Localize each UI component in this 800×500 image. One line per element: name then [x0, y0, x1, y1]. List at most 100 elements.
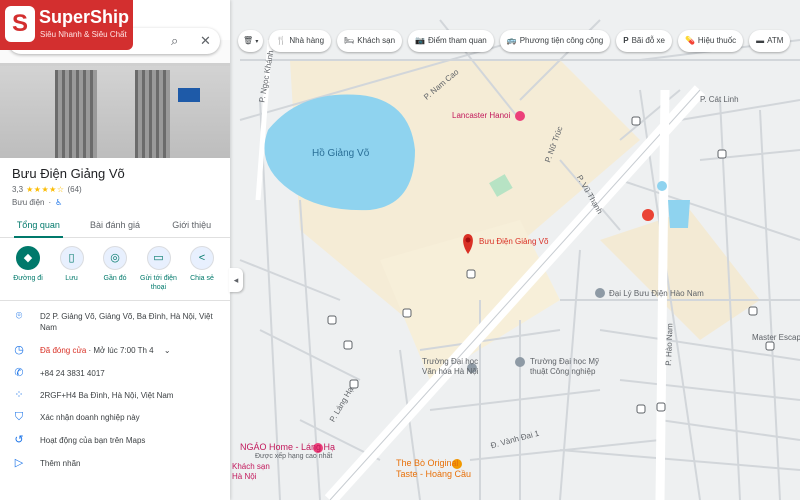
photo-sign [178, 88, 200, 102]
tab-reviews[interactable]: Bài đánh giá [77, 214, 154, 237]
verified-shield-icon: ⛉ [14, 411, 24, 423]
parking-icon: P [623, 36, 629, 45]
ngao-label[interactable]: NGÁO Home - Láng Hạ [240, 442, 335, 452]
chip-pharmacy[interactable]: 💊 Hiệu thuốc [677, 30, 744, 52]
photo-door-right [135, 70, 170, 158]
chip-attractions[interactable]: 📷 Điểm tham quan [408, 30, 494, 52]
agency-label[interactable]: Đại Lý Bưu Điện Hào Nam [609, 289, 704, 298]
share-icon: < [190, 246, 214, 270]
plus-code-row[interactable]: ⁘ 2RGF+H4 Ba Đình, Hà Nội, Việt Nam [0, 390, 183, 401]
add-label-text: Thêm nhãn [40, 459, 81, 468]
place-tabs: Tổng quan Bài đánh giá Giới thiệu [0, 214, 230, 238]
chevron-down-icon[interactable]: ⌄ [164, 346, 171, 355]
trash-icon: 🗑 [243, 36, 254, 45]
layers-chip[interactable]: 🗑 ▾ [238, 30, 264, 52]
hours-status: Đã đóng cửa [40, 346, 87, 355]
address-text: D2 P. Giảng Võ, Giảng Võ, Ba Đình, Hà Nộ… [40, 312, 213, 332]
lancaster-label[interactable]: Lancaster Hanoi [452, 111, 510, 120]
tab-overview[interactable]: Tổng quan [0, 214, 77, 238]
university-culture-label[interactable]: Trường Đại học Văn hóa Hà Nội [422, 357, 482, 377]
place-title: Bưu Điện Giảng Võ [12, 166, 125, 181]
chip-label: Bãi đỗ xe [631, 36, 665, 45]
bookmark-icon: ▯ [59, 246, 84, 270]
label-icon: ▷ [14, 457, 24, 469]
verify-business-row[interactable]: ⛉ Xác nhận doanh nghiệp này [0, 412, 150, 423]
place-photo[interactable] [0, 40, 230, 158]
chevron-left-icon: ◂ [233, 275, 239, 285]
hours-next: · Mở lúc 7:00 Th 4 [86, 346, 154, 355]
phone-row[interactable]: ✆ +84 24 3831 4017 [0, 368, 115, 379]
lake-label: Hồ Giảng Võ [312, 148, 370, 159]
hours-row[interactable]: ◷ Đã đóng cửa · Mở lúc 7:00 Th 4 ⌄ [0, 345, 181, 356]
hotel-sub-label: Hà Nội [232, 472, 257, 481]
directions-icon: ◆ [16, 246, 40, 270]
share-button[interactable]: < Chia sẻ [182, 246, 222, 292]
clock-icon: ◷ [14, 344, 24, 356]
brand-tagline: Siêu Nhanh & Siêu Chất [40, 30, 127, 39]
maps-activity-row[interactable]: ↺ Hoạt động của bạn trên Maps [0, 435, 155, 446]
phone-icon: ▭ [146, 246, 171, 270]
verify-text: Xác nhận doanh nghiệp này [40, 413, 140, 422]
university-arts-label[interactable]: Trường Đại học Mỹ thuật Công nghiệp [530, 357, 600, 377]
tab-about[interactable]: Giới thiệu [153, 214, 230, 237]
brand-overlay: S SuperShip Siêu Nhanh & Siêu Chất [0, 0, 133, 50]
place-panel: ⌕ ✕ S SuperShip Siêu Nhanh & Siêu Chất B… [0, 0, 230, 500]
chip-atm[interactable]: ▬ ATM [749, 30, 791, 52]
action-label: Gần đó [103, 275, 127, 282]
accessibility-icon[interactable]: ♿ [55, 198, 62, 207]
action-label: Gửi tới điện thoại [140, 275, 177, 291]
master-label[interactable]: Master Escap [752, 333, 800, 342]
address-row[interactable]: ⌾ D2 P. Giảng Võ, Giảng Võ, Ba Đình, Hà … [0, 311, 230, 333]
camera-icon: 📷 [415, 36, 426, 45]
directions-button[interactable]: ◆ Đường đi [8, 246, 48, 292]
review-count[interactable]: (64) [67, 185, 81, 194]
hotel-label[interactable]: Khách sạn [232, 462, 270, 471]
chip-parking[interactable]: P Bãi đỗ xe [616, 30, 672, 52]
info-list: ⌾ D2 P. Giảng Võ, Giảng Võ, Ba Đình, Hà … [0, 300, 230, 469]
street-catlinh: P. Cát Linh [700, 95, 739, 104]
bed-icon: 🛏 [344, 36, 355, 45]
action-buttons: ◆ Đường đi ▯ Lưu ◎ Gần đó ▭ Gửi tới điện… [8, 246, 222, 292]
chip-label: Điểm tham quan [428, 36, 487, 45]
close-icon[interactable]: ✕ [200, 33, 211, 49]
location-pin-icon: ⌾ [15, 310, 23, 322]
photo-door-left [55, 70, 97, 158]
place-category[interactable]: Bưu điện [12, 198, 45, 207]
chip-transit[interactable]: 🚌 Phương tiện công cộng [499, 30, 611, 52]
street-haonam: P. Hào Nam [664, 323, 675, 366]
brand-name: SuperShip [39, 7, 130, 27]
nearby-icon: ◎ [103, 246, 127, 270]
collapse-panel-button[interactable]: ◂ [229, 268, 243, 292]
nearby-button[interactable]: ◎ Gần đó [95, 246, 135, 292]
brand-logo-icon: S [5, 6, 35, 42]
plus-code-text: 2RGF+H4 Ba Đình, Hà Nội, Việt Nam [40, 391, 174, 400]
chevron-down-icon: ▾ [255, 39, 259, 45]
plus-code-icon: ⁘ [14, 389, 24, 401]
category-chips: 🗑 ▾ 🍴 Nhà hàng 🛏 Khách sạn 📷 Điểm tham quan… [238, 30, 791, 52]
search-icon[interactable]: ⌕ [171, 33, 178, 49]
action-label: Lưu [65, 275, 78, 282]
add-label-row[interactable]: ▷ Thêm nhãn [0, 458, 90, 469]
rating-value: 3,3 [12, 185, 24, 194]
the-bo-sub-label: Taste - Hoàng Cầu [396, 469, 472, 479]
history-icon: ↺ [14, 434, 24, 446]
chip-hotels[interactable]: 🛏 Khách sạn [337, 30, 403, 52]
action-label: Đường đi [13, 275, 43, 282]
chip-label: Hiệu thuốc [697, 36, 737, 45]
send-to-phone-button[interactable]: ▭ Gửi tới điện thoại [139, 246, 179, 292]
star-rating-icon: ★★★★☆ [26, 185, 65, 194]
chip-label: Phương tiện công cộng [519, 36, 604, 45]
the-bo-label[interactable]: The Bò Original [396, 458, 459, 468]
ngao-sub-label: Được xếp hạng cao nhất [255, 453, 333, 460]
chip-label: Khách sạn [357, 36, 396, 45]
chip-restaurants[interactable]: 🍴 Nhà hàng [269, 30, 332, 52]
activity-text: Hoạt động của bạn trên Maps [40, 436, 146, 445]
atm-icon: ▬ [756, 36, 765, 45]
chip-label: ATM [767, 36, 784, 45]
save-button[interactable]: ▯ Lưu [52, 246, 92, 292]
rating-row: 3,3 ★★★★☆ (64) [12, 185, 82, 194]
marker-label[interactable]: Bưu Điện Giảng Võ [479, 237, 548, 246]
phone-icon: ✆ [14, 367, 24, 379]
fork-knife-icon: 🍴 [276, 36, 287, 45]
chip-label: Nhà hàng [289, 36, 325, 45]
